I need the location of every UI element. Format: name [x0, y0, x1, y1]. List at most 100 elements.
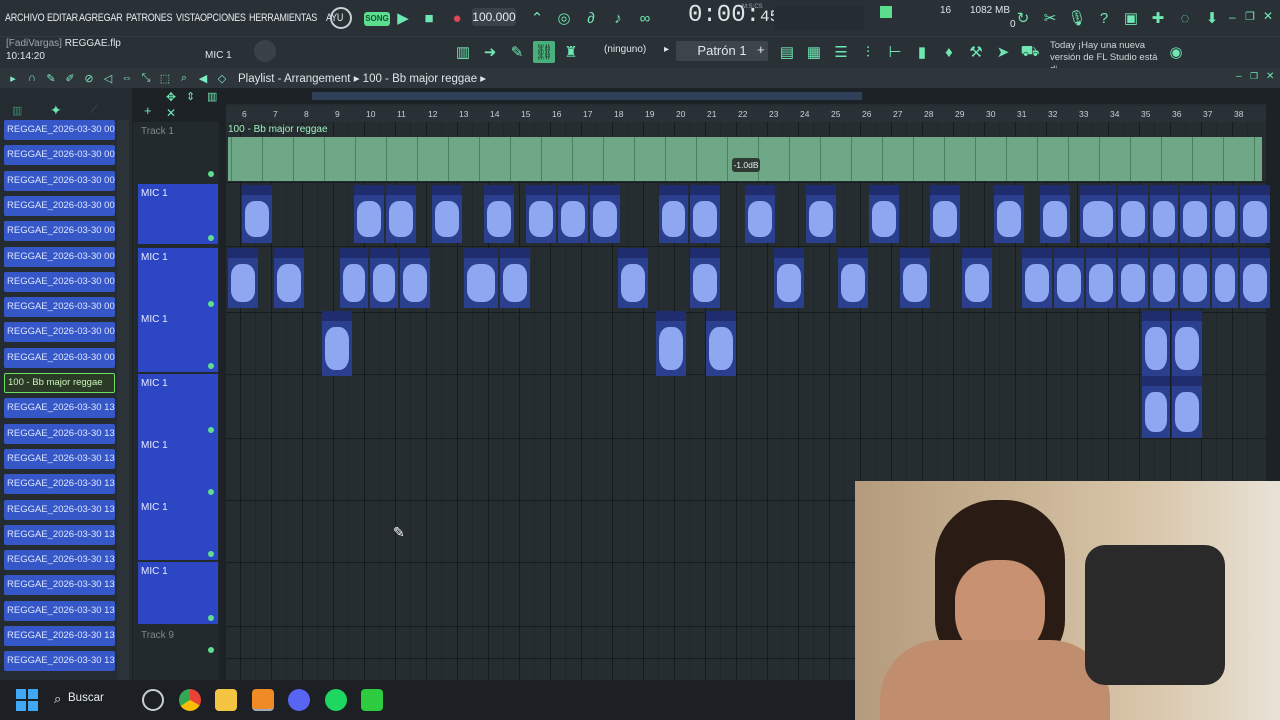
audio-clip[interactable] [994, 185, 1024, 243]
tools-icon[interactable]: ✂ [1039, 7, 1061, 29]
add-track-icon[interactable]: + [144, 103, 152, 118]
audio-clip[interactable] [484, 185, 514, 243]
audio-clip[interactable] [1118, 248, 1148, 308]
menu-patrones[interactable]: PATRONES [126, 12, 173, 24]
pattern-list-item[interactable]: REGGAE_2026-03-30 00-... [4, 271, 115, 292]
clock-app-icon[interactable] [142, 689, 164, 711]
track-led-icon[interactable] [208, 235, 214, 241]
close-icon[interactable]: ✕ [1263, 9, 1273, 23]
track-resize-icon[interactable]: ⇕ [186, 90, 195, 103]
pattern-list-item[interactable]: REGGAE_2026-03-30 00-... [4, 145, 115, 166]
pattern-list-item[interactable]: REGGAE_2026-03-30 00-... [4, 297, 115, 318]
track-header[interactable]: MIC 1 [138, 436, 218, 498]
piano-roll-icon[interactable]: ▥ [452, 41, 474, 63]
breadcrumb-playlist[interactable]: Playlist - Arrangement [238, 73, 351, 85]
track-led-icon[interactable] [208, 363, 214, 369]
pattern-list-item[interactable]: REGGAE_2026-03-30 13-... [4, 550, 115, 571]
menu-herramientas[interactable]: HERRAMIENTAS [249, 12, 317, 24]
delete-tool-icon[interactable]: ⊘ [82, 71, 96, 85]
audio-clip[interactable] [930, 185, 960, 243]
menu-opciones[interactable]: OPCIONES [200, 12, 246, 24]
minimize-icon[interactable]: – [1229, 10, 1236, 24]
pattern-list-item[interactable]: REGGAE_2026-03-30 00-... [4, 221, 115, 242]
pattern-list-item[interactable]: REGGAE_2026-03-30 13-... [4, 600, 115, 621]
stop-icon[interactable]: ■ [418, 7, 440, 29]
chrome-icon[interactable] [179, 689, 201, 711]
audio-clip[interactable] [1040, 185, 1070, 243]
track-header[interactable]: MIC 1 [138, 248, 218, 310]
audio-clip[interactable] [500, 248, 530, 308]
track-header[interactable]: Track 1 [138, 122, 218, 180]
playlist-icon[interactable]: ▤ [776, 41, 798, 63]
play-icon[interactable]: ▶ [392, 7, 414, 29]
audio-clip[interactable] [656, 311, 686, 376]
audio-clip[interactable] [1054, 248, 1084, 308]
pattern-list-item[interactable]: REGGAE_2026-03-30 00-... [4, 347, 115, 368]
playlist-overview-scrollbar[interactable] [312, 92, 862, 100]
undo-icon[interactable]: ↻ [1012, 7, 1034, 29]
metronome-icon[interactable]: ⌃ [526, 7, 548, 29]
audio-clip[interactable] [1240, 248, 1270, 308]
channel-rack-icon[interactable]: ▦ [803, 41, 825, 63]
taskbar-search[interactable]: Buscar [68, 692, 104, 704]
audio-clip[interactable] [464, 248, 498, 308]
audio-clip[interactable] [838, 248, 868, 308]
track-header[interactable]: MIC 1 [138, 310, 218, 372]
select-tool-icon[interactable]: ⬚ [158, 71, 172, 85]
audio-clip[interactable] [1142, 311, 1170, 376]
slice-tool-icon[interactable]: ⤡ [139, 71, 153, 85]
audio-clip[interactable] [242, 185, 272, 243]
breadcrumb-pattern[interactable]: 100 - Bb major reggae [363, 73, 477, 85]
audio-clip[interactable] [370, 248, 398, 308]
pattern-selector[interactable]: Patrón 1 [676, 41, 768, 61]
kick-icon[interactable] [361, 689, 383, 711]
remove-track-icon[interactable]: ✕ [166, 106, 176, 120]
pencil-icon[interactable]: ✎ [506, 41, 528, 63]
audio-clip[interactable] [526, 185, 556, 243]
audio-clip[interactable] [1022, 248, 1052, 308]
audio-clip[interactable] [1172, 311, 1202, 376]
audio-clip[interactable] [1118, 185, 1148, 243]
audio-clip[interactable] [806, 185, 836, 243]
track-led-icon[interactable] [208, 551, 214, 557]
track-header[interactable]: MIC 1 [138, 374, 218, 436]
cart-icon[interactable]: ⛟ [1019, 41, 1041, 63]
track-header[interactable]: MIC 1 [138, 562, 218, 624]
pattern-list-scrollbar[interactable] [117, 120, 129, 680]
plugin-picker-icon[interactable]: ♦ [938, 41, 960, 63]
audio-clip[interactable] [1212, 248, 1238, 308]
countdown-icon[interactable]: ∂ [580, 7, 602, 29]
browser-icon[interactable]: ⊢ [884, 41, 906, 63]
audio-clip[interactable] [1150, 248, 1178, 308]
arrangement-icon[interactable]: ◇ [215, 71, 229, 85]
pattern-list-item[interactable]: REGGAE_2026-03-30 00-... [4, 170, 115, 191]
pattern-list-item[interactable]: REGGAE_2026-03-30 13-... [4, 651, 115, 672]
link-icon[interactable]: ⛓ [533, 41, 555, 63]
pattern-prev-icon[interactable]: ▸ [664, 44, 669, 55]
menu-vista[interactable]: VISTA [176, 12, 200, 24]
add-pattern-icon[interactable]: + [757, 42, 765, 57]
audio-clip[interactable] [1172, 376, 1202, 438]
menu-editar[interactable]: EDITAR [47, 12, 78, 24]
song-mode-toggle[interactable]: SONG [364, 12, 390, 26]
playlist-minimize-icon[interactable]: – [1236, 71, 1242, 82]
zoom-tool-icon[interactable]: ⌕ [177, 71, 191, 85]
microphone-icon[interactable]: 🎙 [1066, 7, 1088, 29]
save-icon[interactable]: ▣ [1120, 7, 1142, 29]
pattern-list-item[interactable]: REGGAE_2026-03-30 13-... [4, 575, 115, 596]
track-led-icon[interactable] [208, 171, 214, 177]
pattern-list-item[interactable]: REGGAE_2026-03-30 13-... [4, 524, 115, 545]
audio-clip[interactable] [228, 248, 258, 308]
wait-for-input-icon[interactable]: ◎ [553, 7, 575, 29]
playlist-menu-icon[interactable]: ▸ [6, 71, 20, 85]
help-icon[interactable]: ? [1093, 7, 1115, 29]
pattern-list-item[interactable]: 100 - Bb major reggae [4, 373, 115, 393]
audio-clip[interactable] [558, 185, 588, 243]
audio-clip[interactable] [400, 248, 430, 308]
record-icon[interactable]: ● [446, 7, 468, 29]
pattern-list-item[interactable]: REGGAE_2026-03-30 00-... [4, 120, 115, 140]
paint-tool-icon[interactable]: ✐ [63, 71, 77, 85]
pattern-list-item[interactable]: REGGAE_2026-03-30 13-... [4, 474, 115, 495]
pattern-list-icon[interactable]: ▥ [12, 104, 22, 117]
channel-selector[interactable]: (ninguno) [604, 44, 646, 55]
